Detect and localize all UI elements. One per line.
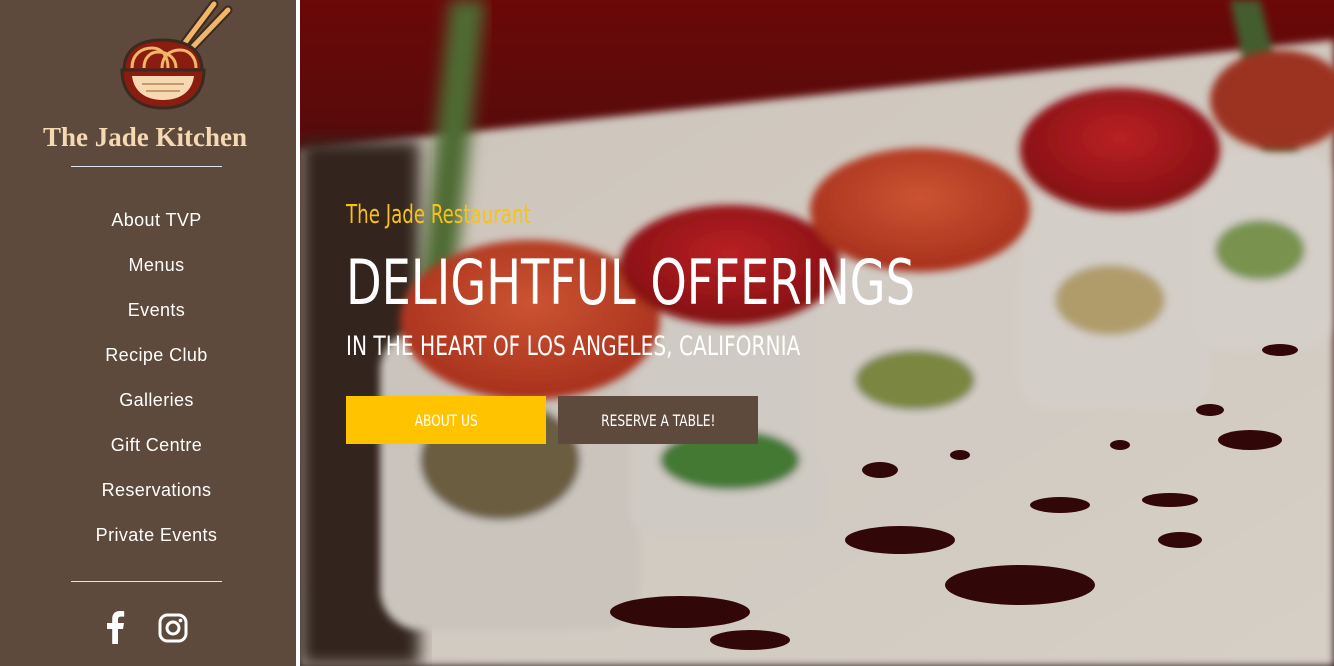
nav-item-galleries[interactable]: Galleries xyxy=(0,383,313,428)
nav-item-events[interactable]: Events xyxy=(0,293,313,338)
nav-item-private-events[interactable]: Private Events xyxy=(0,518,313,563)
facebook-icon[interactable] xyxy=(104,610,126,644)
about-us-button[interactable]: ABOUT US xyxy=(346,396,546,444)
brand-name: The Jade Kitchen xyxy=(42,122,247,152)
hero-eyebrow: The Jade Restaurant xyxy=(346,200,531,230)
logo-link[interactable] xyxy=(118,0,238,118)
hero-subline: IN THE HEART OF LOS ANGELES, CALIFORNIA xyxy=(346,331,801,362)
hero-section: The Jade Restaurant DELIGHTFUL OFFERINGS… xyxy=(300,0,1334,666)
nav-item-recipe-club[interactable]: Recipe Club xyxy=(0,338,313,383)
nav-item-menus[interactable]: Menus xyxy=(0,248,313,293)
divider-bottom xyxy=(71,581,222,582)
nav-item-about-tvp[interactable]: About TVP xyxy=(0,203,313,248)
reserve-table-button[interactable]: RESERVE A TABLE! xyxy=(558,396,758,444)
social-links xyxy=(100,610,200,646)
noodle-bowl-chopsticks-icon xyxy=(120,0,233,110)
nav-item-reservations[interactable]: Reservations xyxy=(0,473,313,518)
reserve-table-button-label: RESERVE A TABLE! xyxy=(600,410,716,430)
divider-top xyxy=(71,166,222,167)
hero-headline: DELIGHTFUL OFFERINGS xyxy=(346,246,915,319)
sidebar: The Jade Kitchen About TVP Menus Events … xyxy=(0,0,296,666)
nav-item-gift-centre[interactable]: Gift Centre xyxy=(0,428,313,473)
instagram-icon[interactable] xyxy=(158,613,188,643)
sidebar-nav: About TVP Menus Events Recipe Club Galle… xyxy=(0,203,313,563)
about-us-button-label: ABOUT US xyxy=(414,410,478,430)
